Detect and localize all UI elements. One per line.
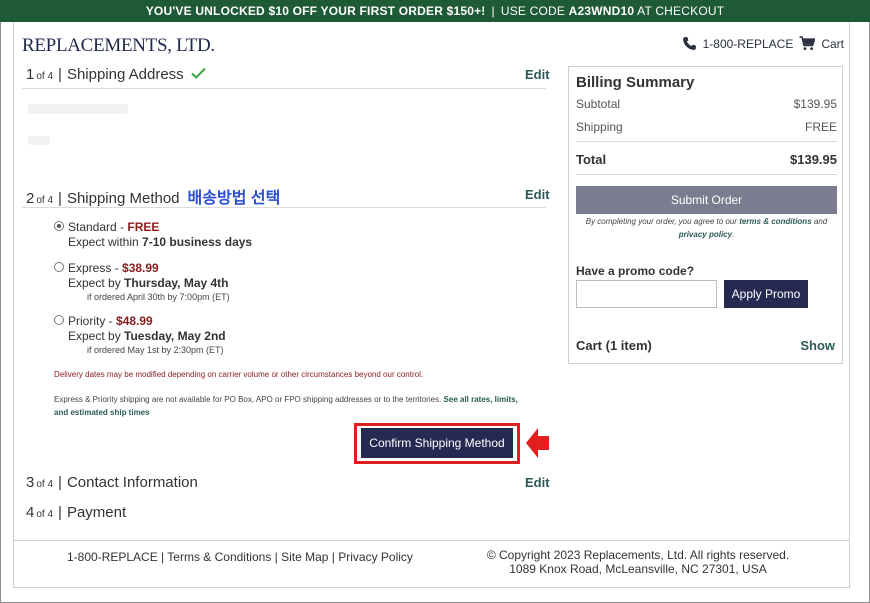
copyright-text: © Copyright 2023 Replacements, Ltd. All … <box>486 548 790 562</box>
step-of: of 4 <box>36 479 54 490</box>
option-eta-prefix: Expect by <box>68 329 125 343</box>
subtotal-value: $139.95 <box>793 97 837 111</box>
cart-show-link[interactable]: Show <box>800 338 835 353</box>
subtotal-label: Subtotal <box>576 97 621 111</box>
cart-summary-label: Cart (1 item) <box>576 338 652 353</box>
footer-divider <box>14 540 850 541</box>
check-icon <box>190 67 206 79</box>
terms-link[interactable]: terms & conditions <box>739 217 811 226</box>
divider <box>22 207 546 208</box>
step-divider: | <box>58 474 62 491</box>
step-of: of 4 <box>36 195 54 206</box>
shipping-label: Shipping <box>576 120 623 134</box>
redacted-address <box>28 104 128 114</box>
promo-banner: YOU'VE UNLOCKED $10 OFF YOUR FIRST ORDER… <box>0 0 870 22</box>
option-eta: 7-10 business days <box>142 235 253 249</box>
delivery-notice: Delivery dates may be modified depending… <box>54 370 424 379</box>
option-eta: Thursday, May 4th <box>124 276 229 290</box>
edit-shipping-method-link[interactable]: Edit <box>525 187 550 202</box>
promo-code-input[interactable] <box>576 280 717 308</box>
annotation-label: 배송방법 선택 <box>187 190 281 207</box>
option-price: FREE <box>127 220 160 234</box>
option-dash: - <box>116 220 128 234</box>
divider <box>576 141 837 142</box>
restriction-text: Express & Priority shipping are not avai… <box>54 395 442 404</box>
step-3-heading: 3 of 4 | Contact Information <box>26 474 198 491</box>
option-dash: - <box>105 314 117 328</box>
step-of: of 4 <box>36 71 54 82</box>
radio-button[interactable] <box>54 221 64 231</box>
cart-icon[interactable] <box>799 36 816 51</box>
total-value: $139.95 <box>790 152 837 167</box>
option-eta: Tuesday, May 2nd <box>124 329 226 343</box>
cart-link[interactable]: Cart <box>821 37 844 51</box>
radio-button[interactable] <box>54 262 64 272</box>
subtotal-row: Subtotal $139.95 <box>576 97 837 111</box>
footer-legal: © Copyright 2023 Replacements, Ltd. All … <box>470 548 806 576</box>
option-dash: - <box>111 261 123 275</box>
step-number: 1 <box>26 66 35 83</box>
promo-offer: YOU'VE UNLOCKED $10 OFF YOUR FIRST ORDER… <box>145 4 486 18</box>
option-eta-prefix: Expect by <box>68 276 125 290</box>
edit-shipping-address-link[interactable]: Edit <box>525 67 550 82</box>
option-name: Express <box>68 261 112 275</box>
agree-end: . <box>732 230 735 239</box>
submit-order-button[interactable]: Submit Order <box>576 186 837 214</box>
step-divider: | <box>58 504 62 521</box>
step-divider: | <box>58 66 62 83</box>
billing-title: Billing Summary <box>576 74 695 91</box>
footer-links[interactable]: 1-800-REPLACE | Terms & Conditions | Sit… <box>67 550 413 564</box>
edit-contact-information-link[interactable]: Edit <box>525 475 550 490</box>
pointer-arrow-icon <box>526 428 549 458</box>
option-name: Standard <box>68 220 117 234</box>
option-cutoff: if ordered April 30th by 7:00pm (ET) <box>87 292 230 302</box>
billing-summary-panel: Billing Summary Subtotal $139.95 Shippin… <box>568 66 843 364</box>
step-title: Shipping Method <box>66 190 180 207</box>
step-4-heading: 4 of 4 | Payment <box>26 504 126 521</box>
option-eta-prefix: Expect within <box>68 235 143 249</box>
promo-code: A23WND10 <box>568 4 635 18</box>
total-label: Total <box>576 152 607 167</box>
promo-code-suffix: AT CHECKOUT <box>637 4 725 18</box>
redacted-address <box>28 136 50 145</box>
step-number: 3 <box>26 474 35 491</box>
promo-separator: | <box>491 4 495 18</box>
option-price: $38.99 <box>122 261 159 275</box>
agree-prefix: By completing your order, you agree to o… <box>585 217 737 226</box>
shipping-restriction-notice: Express & Priority shipping are not avai… <box>54 393 524 419</box>
agreement-text: By completing your order, you agree to o… <box>576 215 837 241</box>
step-of: of 4 <box>36 509 54 520</box>
step-number: 4 <box>26 504 35 521</box>
option-cutoff: if ordered May 1st by 2:30pm (ET) <box>87 345 224 355</box>
shipping-value: FREE <box>804 120 837 134</box>
promo-code-prefix: USE CODE <box>500 4 566 18</box>
privacy-link[interactable]: privacy policy <box>679 230 732 239</box>
divider <box>576 174 837 175</box>
step-1-heading: 1 of 4 | Shipping Address <box>26 66 206 83</box>
divider <box>22 88 546 89</box>
step-title: Contact Information <box>66 474 198 491</box>
company-address: 1089 Knox Road, McLeansville, NC 27301, … <box>509 562 767 576</box>
step-number: 2 <box>26 190 35 207</box>
confirm-shipping-method-button[interactable]: Confirm Shipping Method <box>361 428 513 458</box>
phone-number-link[interactable]: 1-800-REPLACE <box>703 37 794 51</box>
radio-button[interactable] <box>54 315 64 325</box>
total-row: Total $139.95 <box>576 152 837 167</box>
step-title: Payment <box>66 504 127 521</box>
header-utilities: 1-800-REPLACE Cart <box>682 36 844 51</box>
site-logo[interactable]: REPLACEMENTS, LTD. <box>22 35 215 57</box>
apply-promo-button[interactable]: Apply Promo <box>724 280 808 308</box>
phone-icon <box>682 37 696 50</box>
step-title: Shipping Address <box>66 66 184 83</box>
shipping-row: Shipping FREE <box>576 120 837 134</box>
step-2-heading: 2 of 4 | Shipping Method 배송방법 선택 <box>26 184 280 208</box>
promo-code-label: Have a promo code? <box>576 264 695 278</box>
agree-and: and <box>813 217 828 226</box>
step-divider: | <box>58 190 62 207</box>
option-price: $48.99 <box>116 314 153 328</box>
option-name: Priority <box>68 314 106 328</box>
